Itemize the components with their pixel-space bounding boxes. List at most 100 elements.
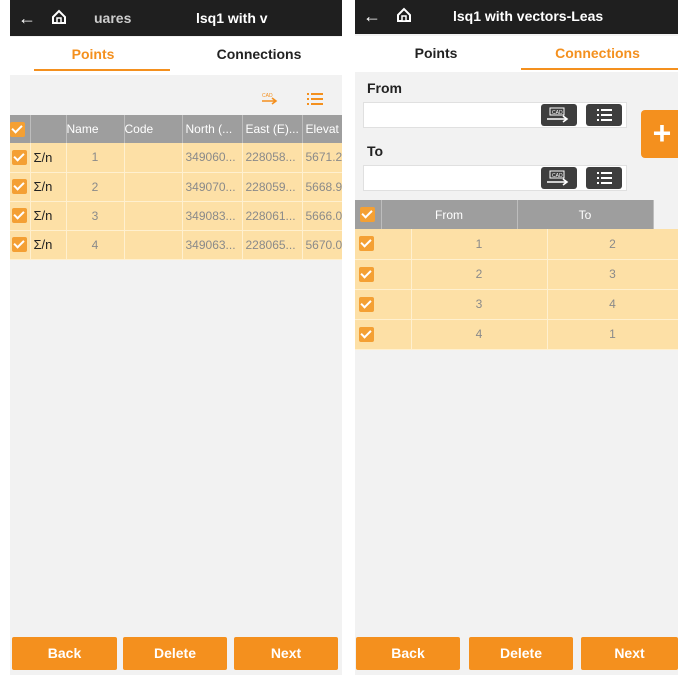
cell-code <box>124 201 183 231</box>
svg-text:CAD: CAD <box>552 173 563 179</box>
cell-from: 2 <box>411 259 548 290</box>
list-icon <box>597 109 612 121</box>
delete-button[interactable]: Delete <box>469 637 573 670</box>
sigma-header <box>30 115 67 143</box>
column-header-elevation[interactable]: Elevat <box>302 115 342 143</box>
sigma-icon: Σ/n <box>30 230 67 260</box>
connections-screen: ← lsq1 with vectors-Leas Points Connecti… <box>355 0 678 675</box>
table-row[interactable]: Σ/n 3 349083... 228061... 5666.0 <box>10 201 342 231</box>
to-cad-button[interactable]: CAD <box>541 167 577 189</box>
from-label: From <box>367 80 402 96</box>
cad-import-icon: CAD <box>547 170 569 186</box>
checkbox-icon <box>359 266 374 282</box>
table-toolbar: CAD <box>10 87 342 111</box>
table-row[interactable]: Σ/n 4 349063... 228065... 5670.0 <box>10 230 342 260</box>
checkbox-icon <box>359 236 374 252</box>
table-header: From To <box>355 200 654 229</box>
tab-active-indicator <box>521 68 678 70</box>
sigma-icon: Σ/n <box>30 172 67 202</box>
list-icon <box>597 172 612 184</box>
tab-points-label: Points <box>71 46 115 62</box>
column-header-from[interactable]: From <box>381 200 518 229</box>
tab-connections-label: Connections <box>216 46 302 62</box>
back-button[interactable]: Back <box>356 637 460 670</box>
tab-connections-label: Connections <box>555 45 640 61</box>
cell-from: 1 <box>411 229 548 260</box>
column-header-name[interactable]: Name <box>66 115 125 143</box>
bottom-action-bar: Back Delete Next <box>355 635 678 675</box>
delete-button[interactable]: Delete <box>123 637 227 670</box>
tab-active-indicator <box>34 69 170 71</box>
panel-divider <box>344 0 353 675</box>
cell-elevation: 5666.0 <box>302 201 342 231</box>
cell-to: 2 <box>547 229 678 260</box>
cell-east: 228065... <box>242 230 303 260</box>
tab-connections[interactable]: Connections <box>517 36 678 74</box>
checkbox-icon <box>359 296 374 312</box>
row-checkbox[interactable] <box>10 201 31 231</box>
cell-east: 228061... <box>242 201 303 231</box>
points-screen: ← uares lsq1 with v Points Connections C… <box>10 0 342 675</box>
cell-from: 3 <box>411 289 548 320</box>
cell-elevation: 5670.0 <box>302 230 342 260</box>
cell-name: 3 <box>66 201 125 231</box>
row-checkbox[interactable] <box>10 230 31 260</box>
tab-points[interactable]: Points <box>10 37 176 75</box>
column-header-to[interactable]: To <box>517 200 654 229</box>
tab-points[interactable]: Points <box>355 36 517 74</box>
cad-import-icon[interactable]: CAD <box>260 91 280 105</box>
row-checkbox[interactable] <box>10 172 31 202</box>
connections-table: 1 2 2 3 3 4 4 1 <box>355 229 678 350</box>
column-header-north[interactable]: North (... <box>182 115 243 143</box>
row-checkbox[interactable] <box>355 319 412 350</box>
list-icon[interactable] <box>307 92 323 106</box>
cell-name: 2 <box>66 172 125 202</box>
table-row[interactable]: Σ/n 1 349060... 228058... 5671.2 <box>10 143 342 173</box>
connections-header-table: From To <box>355 200 654 229</box>
from-list-button[interactable] <box>586 104 622 126</box>
table-row[interactable]: 3 4 <box>355 289 678 320</box>
back-arrow-icon[interactable]: ← <box>18 7 36 29</box>
back-arrow-icon[interactable]: ← <box>363 5 381 27</box>
tab-connections[interactable]: Connections <box>176 37 342 75</box>
svg-text:CAD: CAD <box>552 110 563 116</box>
next-button[interactable]: Next <box>581 637 678 670</box>
sigma-icon: Σ/n <box>30 201 67 231</box>
column-header-code[interactable]: Code <box>124 115 183 143</box>
add-connection-button[interactable]: + <box>641 110 678 158</box>
table-row[interactable]: 2 3 <box>355 259 678 290</box>
tab-points-label: Points <box>414 45 458 61</box>
cell-to: 4 <box>547 289 678 320</box>
home-icon[interactable] <box>50 8 68 26</box>
points-table: Name Code North (... East (E)... Elevat … <box>10 115 342 260</box>
cad-import-icon: CAD <box>547 107 569 123</box>
select-all-checkbox[interactable] <box>10 115 31 143</box>
cell-to: 1 <box>547 319 678 350</box>
cell-north: 349070... <box>182 172 243 202</box>
cell-elevation: 5671.2 <box>302 143 342 173</box>
row-checkbox[interactable] <box>10 143 31 173</box>
home-icon[interactable] <box>395 6 413 24</box>
cell-north: 349063... <box>182 230 243 260</box>
checkbox-icon <box>12 237 28 253</box>
row-checkbox[interactable] <box>355 289 412 320</box>
cell-code <box>124 143 183 173</box>
checkbox-icon <box>359 326 374 342</box>
row-checkbox[interactable] <box>355 229 412 260</box>
bottom-action-bar: Back Delete Next <box>10 635 342 675</box>
cell-name: 4 <box>66 230 125 260</box>
checkbox-icon <box>360 207 376 223</box>
from-cad-button[interactable]: CAD <box>541 104 577 126</box>
table-row[interactable]: Σ/n 2 349070... 228059... 5668.9 <box>10 172 342 202</box>
back-button[interactable]: Back <box>12 637 117 670</box>
row-checkbox[interactable] <box>355 259 412 290</box>
cell-north: 349060... <box>182 143 243 173</box>
table-row[interactable]: 1 2 <box>355 229 678 260</box>
next-button[interactable]: Next <box>234 637 338 670</box>
column-header-east[interactable]: East (E)... <box>242 115 303 143</box>
select-all-checkbox[interactable] <box>355 200 382 229</box>
top-bar: ← uares lsq1 with v <box>10 0 342 36</box>
table-row[interactable]: 4 1 <box>355 319 678 350</box>
checkbox-icon <box>10 121 25 137</box>
to-list-button[interactable] <box>586 167 622 189</box>
